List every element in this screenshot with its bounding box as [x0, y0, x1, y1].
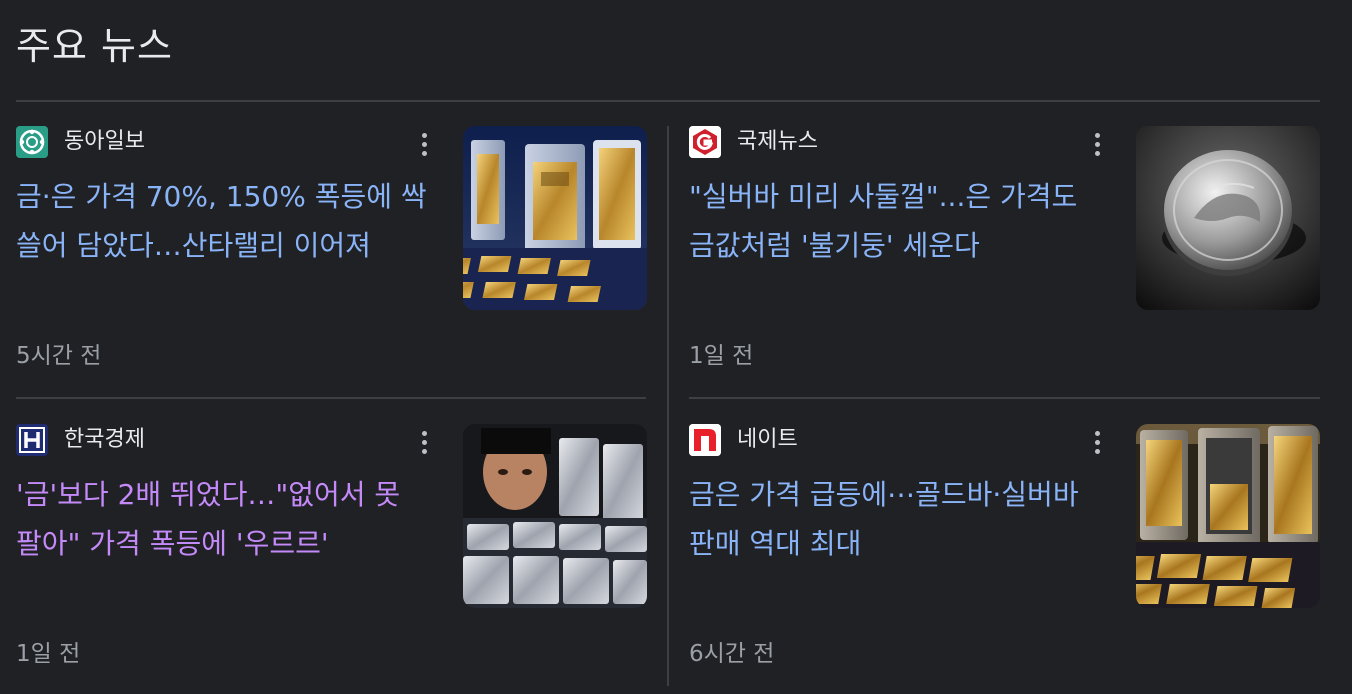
silver-bars-image[interactable] — [463, 424, 647, 608]
headline-link[interactable]: 금은 가격 급등에⋯골드바·실버바 판매 역대 최대 — [689, 470, 1119, 568]
headline-link[interactable]: "실버바 미리 사둘껄"...은 가격도 금값처럼 '불기둥' 세운다 — [689, 172, 1119, 270]
source-name: 네이트 — [737, 427, 798, 452]
news-card[interactable]: 네이트 금은 가격 급등에⋯골드바·실버바 판매 역대 최대 6시간 전 — [689, 424, 1320, 694]
silver-coin-image[interactable] — [1136, 126, 1320, 310]
news-source: 국제뉴스 — [689, 126, 818, 158]
row-divider-left — [16, 397, 646, 399]
source-name: 동아일보 — [64, 129, 145, 154]
donga-logo-icon — [16, 126, 48, 158]
source-name: 한국경제 — [64, 427, 145, 452]
headline-link[interactable]: '금'보다 2배 뛰었다…"없어서 못 팔아" 가격 폭등에 '우르르' — [16, 470, 446, 568]
source-name: 국제뉴스 — [737, 129, 818, 154]
more-options-button[interactable] — [414, 426, 434, 458]
gold-bars-image[interactable] — [463, 126, 647, 310]
section-title: 주요 뉴스 — [16, 24, 173, 68]
hankyung-logo-icon — [16, 424, 48, 456]
more-options-button[interactable] — [1087, 128, 1107, 160]
headline-link[interactable]: 금·은 가격 70%, 150% 폭등에 싹 쓸어 담았다…산타랠리 이어져 — [16, 172, 446, 270]
news-source: 네이트 — [689, 424, 798, 456]
section-divider — [16, 100, 1320, 102]
news-card[interactable]: 국제뉴스 "실버바 미리 사둘껄"...은 가격도 금값처럼 '불기둥' 세운다… — [689, 126, 1320, 396]
timestamp: 5시간 전 — [16, 343, 102, 369]
timestamp: 6시간 전 — [689, 641, 775, 667]
timestamp: 1일 전 — [689, 343, 754, 369]
nate-logo-icon — [689, 424, 721, 456]
more-options-button[interactable] — [1087, 426, 1107, 458]
timestamp: 1일 전 — [16, 641, 81, 667]
more-options-button[interactable] — [414, 128, 434, 160]
column-divider — [667, 126, 669, 686]
gukje-logo-icon — [689, 126, 721, 158]
news-source: 한국경제 — [16, 424, 145, 456]
news-card[interactable]: 한국경제 '금'보다 2배 뛰었다…"없어서 못 팔아" 가격 폭등에 '우르르… — [16, 424, 647, 694]
news-source: 동아일보 — [16, 126, 145, 158]
gold-silver-bars-image[interactable] — [1136, 424, 1320, 608]
row-divider-right — [689, 397, 1320, 399]
news-card[interactable]: 동아일보 금·은 가격 70%, 150% 폭등에 싹 쓸어 담았다…산타랠리 … — [16, 126, 647, 396]
